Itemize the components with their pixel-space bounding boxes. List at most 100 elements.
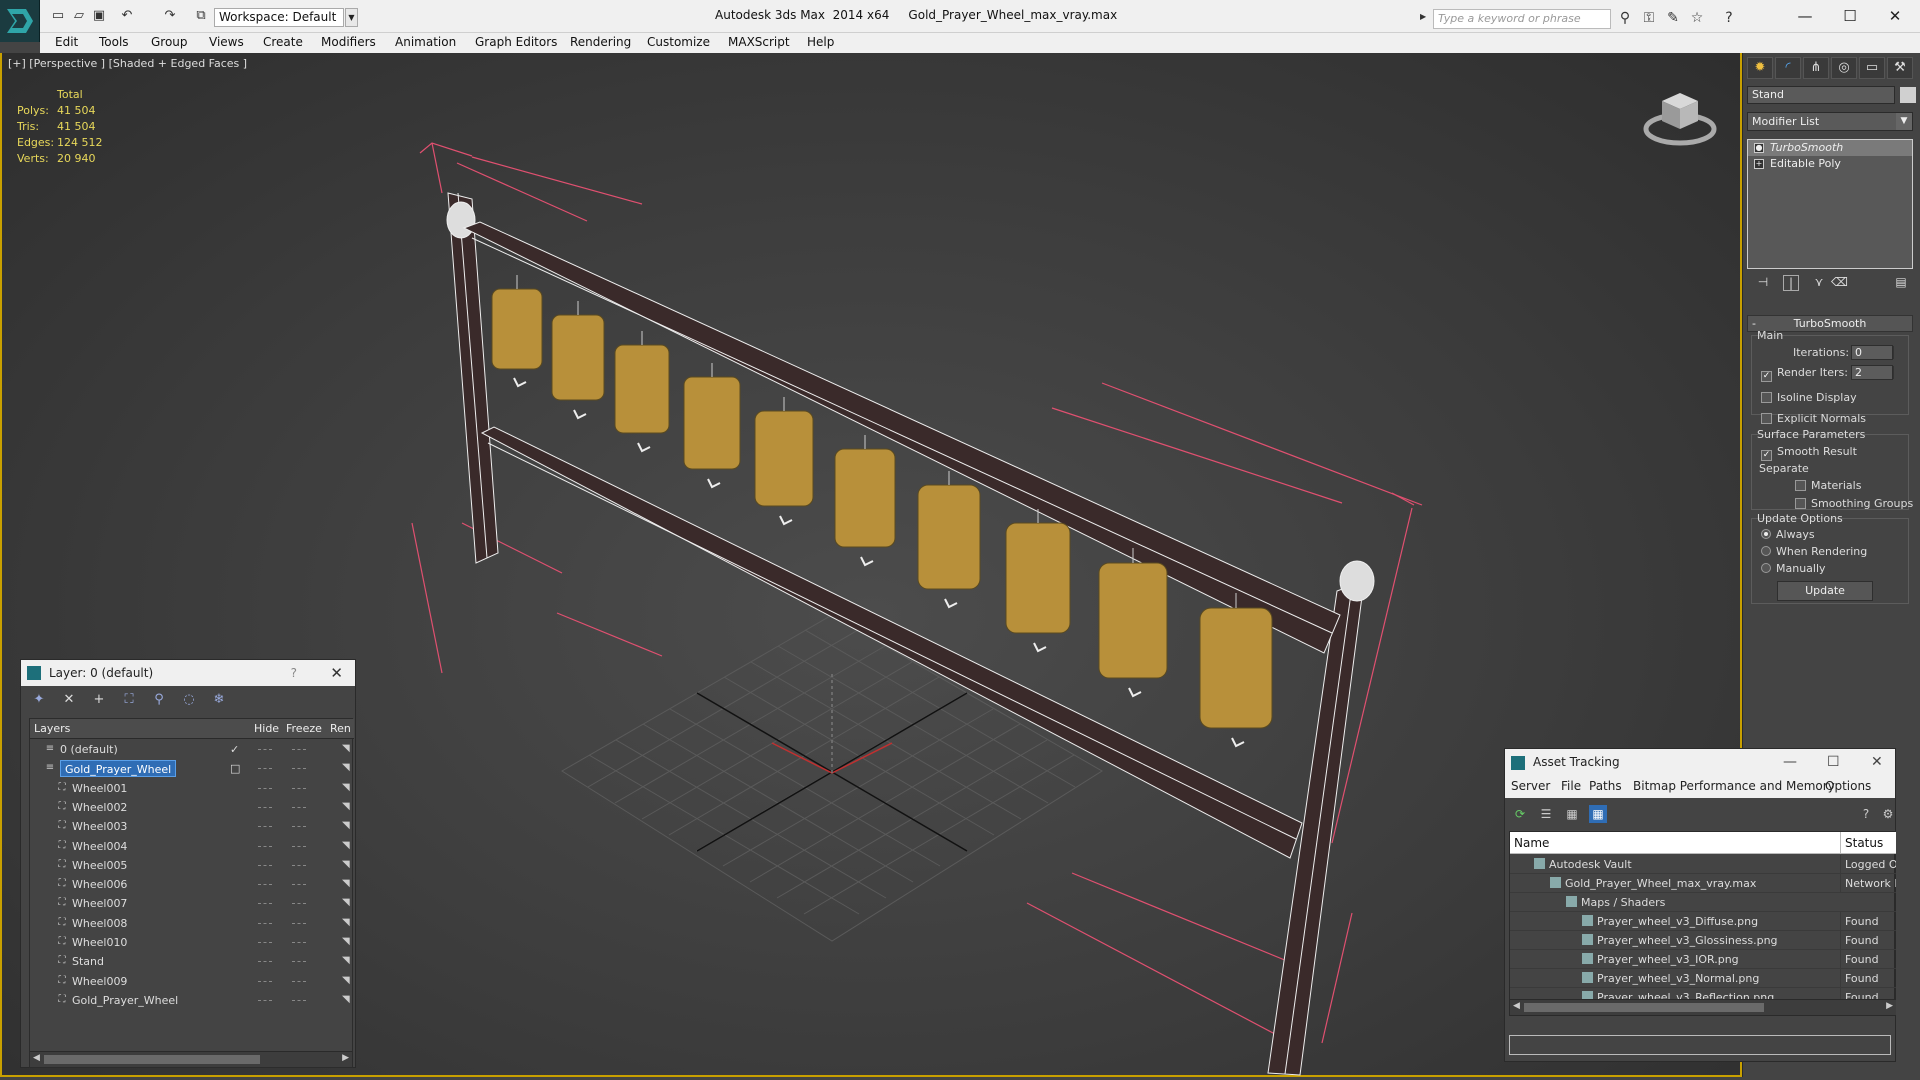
freeze-toggle[interactable] [292, 999, 306, 1001]
render-iters-checkbox[interactable]: ✓ Render Iters: [1761, 366, 1848, 382]
motion-tab-icon[interactable]: ◎ [1831, 57, 1857, 79]
menu-group[interactable]: Group [151, 35, 188, 49]
asset-row[interactable]: Gold_Prayer_Wheel_max_vray.max Network F [1510, 874, 1896, 893]
minimize-icon[interactable]: — [1783, 749, 1797, 776]
menu-customize[interactable]: Customize [647, 35, 710, 49]
maximize-icon[interactable]: ☐ [1833, 4, 1867, 28]
smooth-result-checkbox[interactable]: ✓ Smooth Result [1761, 445, 1857, 461]
hide-toggle[interactable] [258, 787, 272, 789]
render-toggle-icon[interactable]: ◥ [342, 820, 352, 832]
freeze-toggle[interactable] [292, 864, 306, 866]
hide-toggle[interactable] [258, 864, 272, 866]
menu-maxscript[interactable]: MAXScript [728, 35, 790, 49]
asset-row[interactable]: Prayer_wheel_v3_Normal.png Found [1510, 969, 1896, 988]
render-toggle-icon[interactable]: ◥ [342, 955, 352, 967]
menu-create[interactable]: Create [263, 35, 303, 49]
materials-checkbox[interactable]: Materials [1795, 479, 1861, 492]
update-manually-radio[interactable]: Manually [1761, 562, 1826, 575]
asset-row[interactable]: Maps / Shaders [1510, 893, 1896, 912]
layer-row-name[interactable]: Wheel006 [72, 875, 127, 894]
stack-item-turbosmooth[interactable]: ● TurboSmooth [1748, 140, 1912, 156]
horizontal-scrollbar[interactable]: ◀ ▶ [30, 1051, 352, 1067]
freeze-toggle[interactable] [292, 768, 306, 770]
hide-toggle[interactable] [258, 903, 272, 905]
layer-row-name[interactable]: Wheel009 [72, 972, 127, 991]
maximize-icon[interactable]: ☐ [1827, 749, 1840, 776]
menu-paths[interactable]: Paths [1589, 779, 1622, 793]
hide-toggle[interactable] [258, 961, 272, 963]
modifier-stack[interactable]: ● TurboSmooth + Editable Poly [1747, 139, 1913, 269]
render-toggle-icon[interactable]: ◥ [342, 782, 352, 794]
configure-sets-icon[interactable]: ▤ [1893, 275, 1909, 291]
render-toggle-icon[interactable]: ◥ [342, 762, 352, 774]
menu-bitmap-performance[interactable]: Bitmap Performance and Memory [1633, 779, 1835, 793]
close-icon[interactable]: ✕ [1878, 4, 1912, 28]
app-menu-button[interactable] [0, 0, 40, 42]
communication-center-icon[interactable]: ✎ [1665, 10, 1681, 26]
hide-toggle[interactable] [258, 884, 272, 886]
list-view-icon[interactable]: ☰ [1537, 805, 1555, 823]
freeze-toggle[interactable] [292, 845, 306, 847]
layer-dialog-titlebar[interactable]: Layer: 0 (default) ? ✕ [21, 660, 355, 686]
menu-animation[interactable]: Animation [395, 35, 456, 49]
save-file-icon[interactable]: ▣ [91, 9, 107, 23]
layer-row[interactable]: ⛶ Wheel003 ◥ [30, 817, 352, 836]
update-when-rendering-radio[interactable]: When Rendering [1761, 545, 1867, 558]
menu-modifiers[interactable]: Modifiers [321, 35, 376, 49]
asset-row[interactable]: Autodesk Vault Logged O [1510, 855, 1896, 874]
thumbnail-view-icon[interactable]: ▦ [1563, 805, 1581, 823]
settings-icon[interactable]: ⚙ [1879, 805, 1897, 823]
asset-dialog-titlebar[interactable]: Asset Tracking — ☐ ✕ [1505, 749, 1895, 776]
menu-options[interactable]: Options [1825, 779, 1871, 793]
redo-icon[interactable]: ↷ [162, 9, 178, 23]
freeze-toggle[interactable] [292, 884, 306, 886]
menu-file[interactable]: File [1561, 779, 1581, 793]
bulb-icon[interactable]: ● [1754, 143, 1764, 153]
help-icon[interactable]: ? [1857, 805, 1875, 823]
set-current-layer-icon[interactable]: □ [230, 759, 240, 778]
menu-edit[interactable]: Edit [55, 35, 78, 49]
binoculars-icon[interactable]: ⚲ [1617, 10, 1633, 26]
freeze-toggle[interactable] [292, 942, 306, 943]
table-view-icon[interactable]: ▦ [1589, 805, 1607, 823]
layer-row[interactable]: ⛶ Wheel001 ◥ [30, 779, 352, 798]
layer-row[interactable]: ≡ 0 (default) ◥ ✓ [30, 740, 352, 759]
layer-row-name[interactable]: Stand [72, 952, 104, 971]
asset-row[interactable]: Prayer_wheel_v3_Diffuse.png Found [1510, 912, 1896, 931]
smoothing-groups-checkbox[interactable]: Smoothing Groups [1795, 497, 1913, 510]
scroll-left-icon[interactable]: ◀ [33, 1053, 40, 1063]
layer-row-name[interactable]: Wheel005 [72, 856, 127, 875]
render-toggle-icon[interactable]: ◥ [342, 936, 352, 948]
minimize-icon[interactable]: — [1788, 4, 1822, 28]
layer-row[interactable]: ⛶ Wheel009 ◥ [30, 972, 352, 991]
workspace-select[interactable]: Workspace: Default [214, 8, 344, 27]
show-end-result-icon[interactable]: | [1783, 275, 1799, 291]
modify-tab-icon[interactable]: ◜ [1775, 57, 1801, 79]
col-freeze[interactable]: Freeze [286, 719, 322, 739]
col-status[interactable]: Status [1840, 832, 1883, 854]
layer-row[interactable]: ⛶ Gold_Prayer_Wheel ◥ [30, 991, 352, 1010]
freeze-toggle[interactable] [292, 826, 306, 828]
subscription-icon[interactable]: ⚿ [1641, 10, 1657, 26]
layer-row[interactable]: ⛶ Wheel002 ◥ [30, 798, 352, 817]
col-layers[interactable]: Layers [34, 719, 70, 739]
layer-row[interactable]: ⛶ Wheel008 ◥ [30, 914, 352, 933]
layer-row-name[interactable]: Wheel002 [72, 798, 127, 817]
render-toggle-icon[interactable]: ◥ [342, 975, 352, 987]
hide-all-icon[interactable]: ◌ [179, 692, 199, 710]
help-icon[interactable]: ? [291, 660, 297, 686]
update-always-radio[interactable]: Always [1761, 528, 1815, 541]
hierarchy-tab-icon[interactable]: ⋔ [1803, 57, 1829, 79]
render-toggle-icon[interactable]: ◥ [342, 743, 352, 755]
hide-toggle[interactable] [258, 845, 272, 847]
object-name-field[interactable]: Stand [1747, 86, 1895, 104]
stack-item-editable-poly[interactable]: + Editable Poly [1748, 156, 1912, 172]
make-unique-icon[interactable]: ⋎ [1811, 275, 1827, 291]
isoline-display-checkbox[interactable]: Isoline Display [1761, 391, 1857, 404]
hide-toggle[interactable] [258, 942, 272, 943]
current-layer-check-icon[interactable]: ✓ [230, 740, 239, 759]
hide-toggle[interactable] [258, 922, 272, 924]
new-file-icon[interactable]: ▭ [50, 9, 66, 23]
remove-modifier-icon[interactable]: ⌫ [1831, 275, 1848, 291]
favorites-star-icon[interactable]: ☆ [1689, 10, 1705, 26]
